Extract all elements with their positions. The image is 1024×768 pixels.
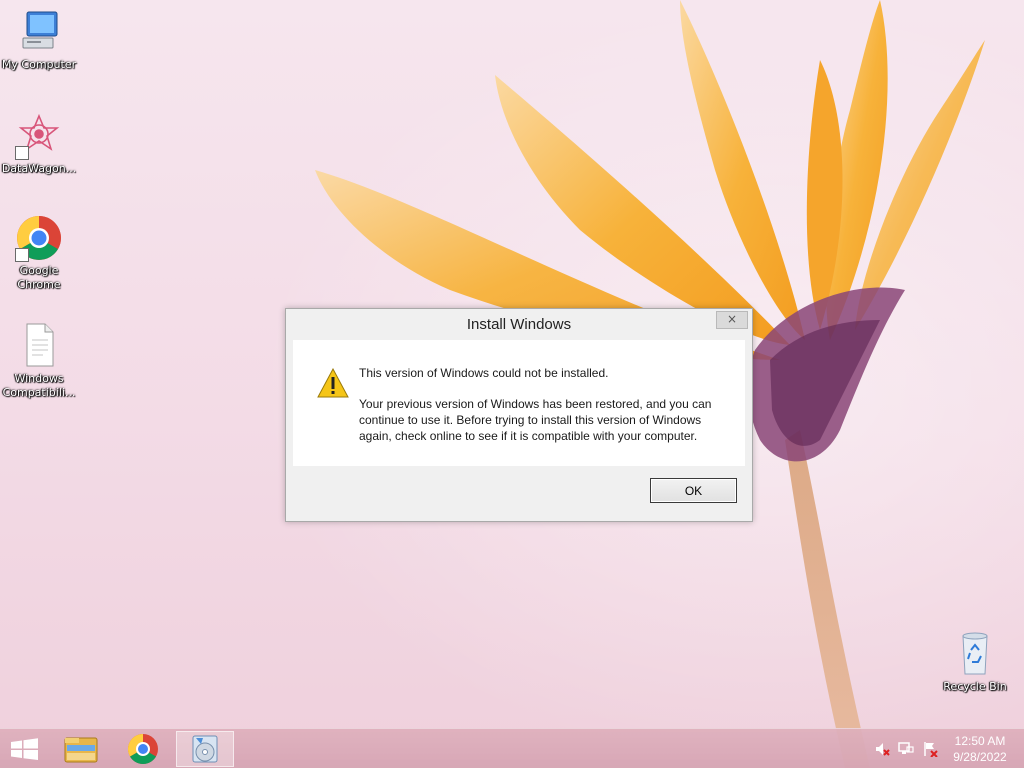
desktop-icon-my-computer[interactable]: My Computer <box>0 8 78 72</box>
clock-time: 12:50 AM <box>954 734 1006 748</box>
shortcut-arrow-icon <box>15 248 29 262</box>
taskbar-setup-button[interactable] <box>176 731 234 767</box>
taskbar: 12:50 AM 9/28/2022 <box>0 728 1024 768</box>
desktop-icon-label: Google Chrome <box>17 264 61 291</box>
chrome-icon <box>127 734 158 765</box>
setup-disc-icon <box>192 735 218 763</box>
warning-icon <box>317 368 349 398</box>
taskbar-chrome-button[interactable] <box>116 731 170 767</box>
desktop-icon-recycle-bin[interactable]: Recycle Bin <box>936 630 1014 694</box>
file-explorer-icon <box>64 737 98 763</box>
computer-icon <box>15 8 63 56</box>
error-message-title: This version of Windows could not be ins… <box>359 366 609 380</box>
dialog-title: Install Windows <box>466 316 572 333</box>
datawagon-icon <box>15 112 63 160</box>
desktop-icon-label: Windows Compatibili... <box>2 372 76 399</box>
volume-muted-icon[interactable] <box>874 741 890 757</box>
shortcut-arrow-icon <box>15 146 29 160</box>
desktop-icon-datawagon[interactable]: DataWagon... <box>0 112 78 176</box>
desktop-icon-google-chrome[interactable]: Google Chrome <box>0 214 78 292</box>
network-icon[interactable] <box>898 741 914 757</box>
desktop-icon-windows-compatibility[interactable]: Windows Compatibili... <box>0 322 78 400</box>
document-icon <box>15 322 63 370</box>
dialog-titlebar[interactable]: Install Windows × <box>286 309 752 339</box>
chrome-icon <box>15 214 63 262</box>
clock-date: 9/28/2022 <box>953 750 1007 764</box>
install-windows-dialog: Install Windows × This version of Window… <box>285 308 753 522</box>
dialog-body: This version of Windows could not be ins… <box>293 340 745 466</box>
ok-button[interactable]: OK <box>650 478 737 503</box>
desktop-icon-label: Recycle Bin <box>943 680 1007 693</box>
recycle-bin-icon <box>951 630 999 678</box>
start-windows-icon <box>11 738 38 760</box>
desktop: My Computer DataWagon... Google Chrome W… <box>0 0 1024 768</box>
error-message-detail: Your previous version of Windows has bee… <box>359 397 712 443</box>
desktop-icon-label: My Computer <box>1 58 77 71</box>
dialog-footer: OK <box>293 466 745 516</box>
taskbar-file-explorer-button[interactable] <box>54 731 108 767</box>
close-button[interactable]: × <box>716 311 748 329</box>
desktop-icon-label: DataWagon... <box>1 162 77 175</box>
taskbar-clock[interactable]: 12:50 AM 9/28/2022 <box>944 733 1016 765</box>
action-center-flag-icon[interactable] <box>922 741 938 757</box>
start-button[interactable] <box>0 731 54 767</box>
